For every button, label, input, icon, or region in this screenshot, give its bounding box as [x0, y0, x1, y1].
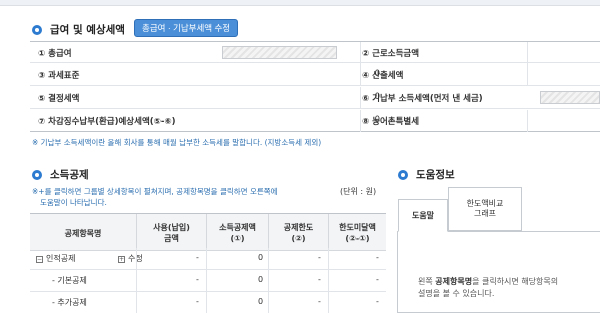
salary-row-2: ③ 과세표준 0 ④ 산출세액 — [30, 64, 600, 86]
column-divider — [268, 270, 269, 292]
salary-section-title: 급여 및 예상세액 — [50, 24, 125, 36]
column-divider — [527, 42, 528, 64]
limit-shortfall: - — [376, 275, 379, 284]
gross-salary-field[interactable] — [222, 46, 337, 59]
column-divider — [268, 292, 269, 313]
section-bullet-icon — [398, 169, 408, 180]
column-divider — [527, 110, 528, 132]
column-divider — [136, 292, 137, 313]
help-message: 왼쪽 공제항목명을 클릭하시면 해당항목의 설명을 볼 수 있습니다. — [418, 276, 558, 300]
expected-refund-label: ⑦ 차감징수납부(환급)예상세액(⑤-⑥) — [38, 117, 176, 127]
prepaid-tax-note: ※ 기납부 소득세액이란 올해 회사를 통해 매월 납부한 소득세를 말합니다.… — [32, 138, 322, 147]
paid-amount: - — [196, 253, 199, 262]
column-divider — [360, 110, 361, 132]
header-deduction-amount: 소득공제액 (①) — [206, 214, 268, 252]
deduction-note-line1: ※+를 클릭하면 그룹별 상세항목이 펼쳐지며, 공제항목명을 클릭하면 오른쪽… — [32, 187, 278, 196]
column-divider — [328, 248, 329, 270]
column-divider — [268, 248, 269, 270]
top-border — [0, 0, 600, 6]
limit-shortfall: - — [376, 253, 379, 262]
salary-row-4: ⑦ 차감징수납부(환급)예상세액(⑤-⑥) 0 ⑧ 농어촌특별세 — [30, 110, 600, 132]
plus-box-icon: + — [118, 256, 125, 263]
column-divider — [360, 87, 361, 109]
tab-help[interactable]: 도움말 — [398, 199, 448, 232]
personal-deduction-toggle[interactable]: − 인적공제 — [36, 253, 75, 264]
tax-base-label: ③ 과세표준 — [38, 71, 80, 81]
column-divider — [360, 64, 361, 86]
column-divider — [527, 64, 528, 86]
help-message-suffix: 을 클릭하시면 해당항목의 — [472, 277, 559, 286]
unit-label: (단위 : 원) — [340, 187, 377, 196]
determined-tax-label: ⑤ 결정세액 — [38, 94, 80, 104]
prepaid-tax-label: ⑥ 기납부 소득세액(먼저 낸 세금) — [362, 94, 483, 104]
help-content-panel: 왼쪽 공제항목명을 클릭하시면 해당항목의 설명을 볼 수 있습니다. — [397, 231, 600, 313]
header-limit-shortfall: 한도미달액 (②-①) — [328, 214, 386, 252]
section-bullet-icon — [32, 24, 42, 35]
salary-row-3: ⑤ 결정세액 0 ⑥ 기납부 소득세액(먼저 낸 세금) — [30, 87, 600, 109]
tab-limit-comparison-graph[interactable]: 한도액비교 그래프 — [448, 187, 522, 231]
gross-salary-label: ① 총급여 — [38, 49, 72, 59]
computed-tax-label: ④ 산출세액 — [362, 71, 404, 81]
deduction-table-header: 공제항목명 사용(납입) 금액 소득공제액 (①) 공제한도 (②) 한도미달액… — [30, 213, 386, 252]
rural-special-tax-label: ⑧ 농어촌특별세 — [362, 117, 420, 127]
column-divider — [360, 42, 361, 64]
deduction-amount: 0 — [258, 275, 264, 284]
deduction-limit: - — [318, 297, 321, 306]
row-name: 인적공제 — [46, 254, 76, 263]
help-message-line2: 설명을 볼 수 있습니다. — [418, 289, 495, 298]
paid-amount: - — [196, 297, 199, 306]
row-name[interactable]: - 기본공제 — [52, 275, 87, 286]
deduction-section-title: 소득공제 — [50, 169, 89, 181]
table-row: −인적공제 +수정 - 0 - - — [30, 248, 386, 270]
prepaid-tax-field[interactable] — [540, 91, 600, 104]
table-row: - 추가공제 - 0 - - — [30, 292, 386, 313]
header-paid-amount: 사용(납입) 금액 — [136, 214, 206, 252]
help-section-title: 도움정보 — [416, 169, 455, 181]
deduction-note-line2: 도움말이 나타납니다. — [40, 198, 107, 207]
column-divider — [206, 270, 207, 292]
edit-salary-tax-button[interactable]: 총급여 · 기납부세액 수정 — [134, 19, 239, 37]
paid-amount: - — [196, 275, 199, 284]
column-divider — [328, 292, 329, 313]
column-divider — [136, 248, 137, 270]
deduction-amount: 0 — [258, 297, 264, 306]
deduction-limit: - — [318, 253, 321, 262]
column-divider — [206, 292, 207, 313]
earned-income-label: ② 근로소득금액 — [362, 49, 420, 59]
column-divider — [136, 270, 137, 292]
deduction-section-header: 소득공제 — [32, 167, 89, 182]
minus-box-icon: − — [36, 256, 43, 263]
limit-shortfall: - — [376, 297, 379, 306]
section-bullet-icon — [32, 169, 42, 180]
help-message-prefix: 왼쪽 — [418, 277, 436, 286]
help-message-bold: 공제항목명 — [435, 277, 473, 286]
salary-section-header: 급여 및 예상세액 — [32, 22, 125, 37]
salary-row-1: ① 총급여 ② 근로소득금액 — [30, 41, 600, 64]
header-item-name: 공제항목명 — [64, 228, 102, 238]
deduction-amount: 0 — [258, 253, 264, 262]
deduction-limit: - — [318, 275, 321, 284]
table-row: - 기본공제 - 0 - - — [30, 270, 386, 292]
header-deduction-limit: 공제한도 (②) — [268, 214, 328, 252]
row-name[interactable]: - 추가공제 — [52, 297, 87, 308]
edit-personal-deduction[interactable]: +수정 — [118, 253, 143, 264]
column-divider — [206, 248, 207, 270]
column-divider — [328, 270, 329, 292]
help-section-header: 도움정보 — [398, 167, 455, 182]
